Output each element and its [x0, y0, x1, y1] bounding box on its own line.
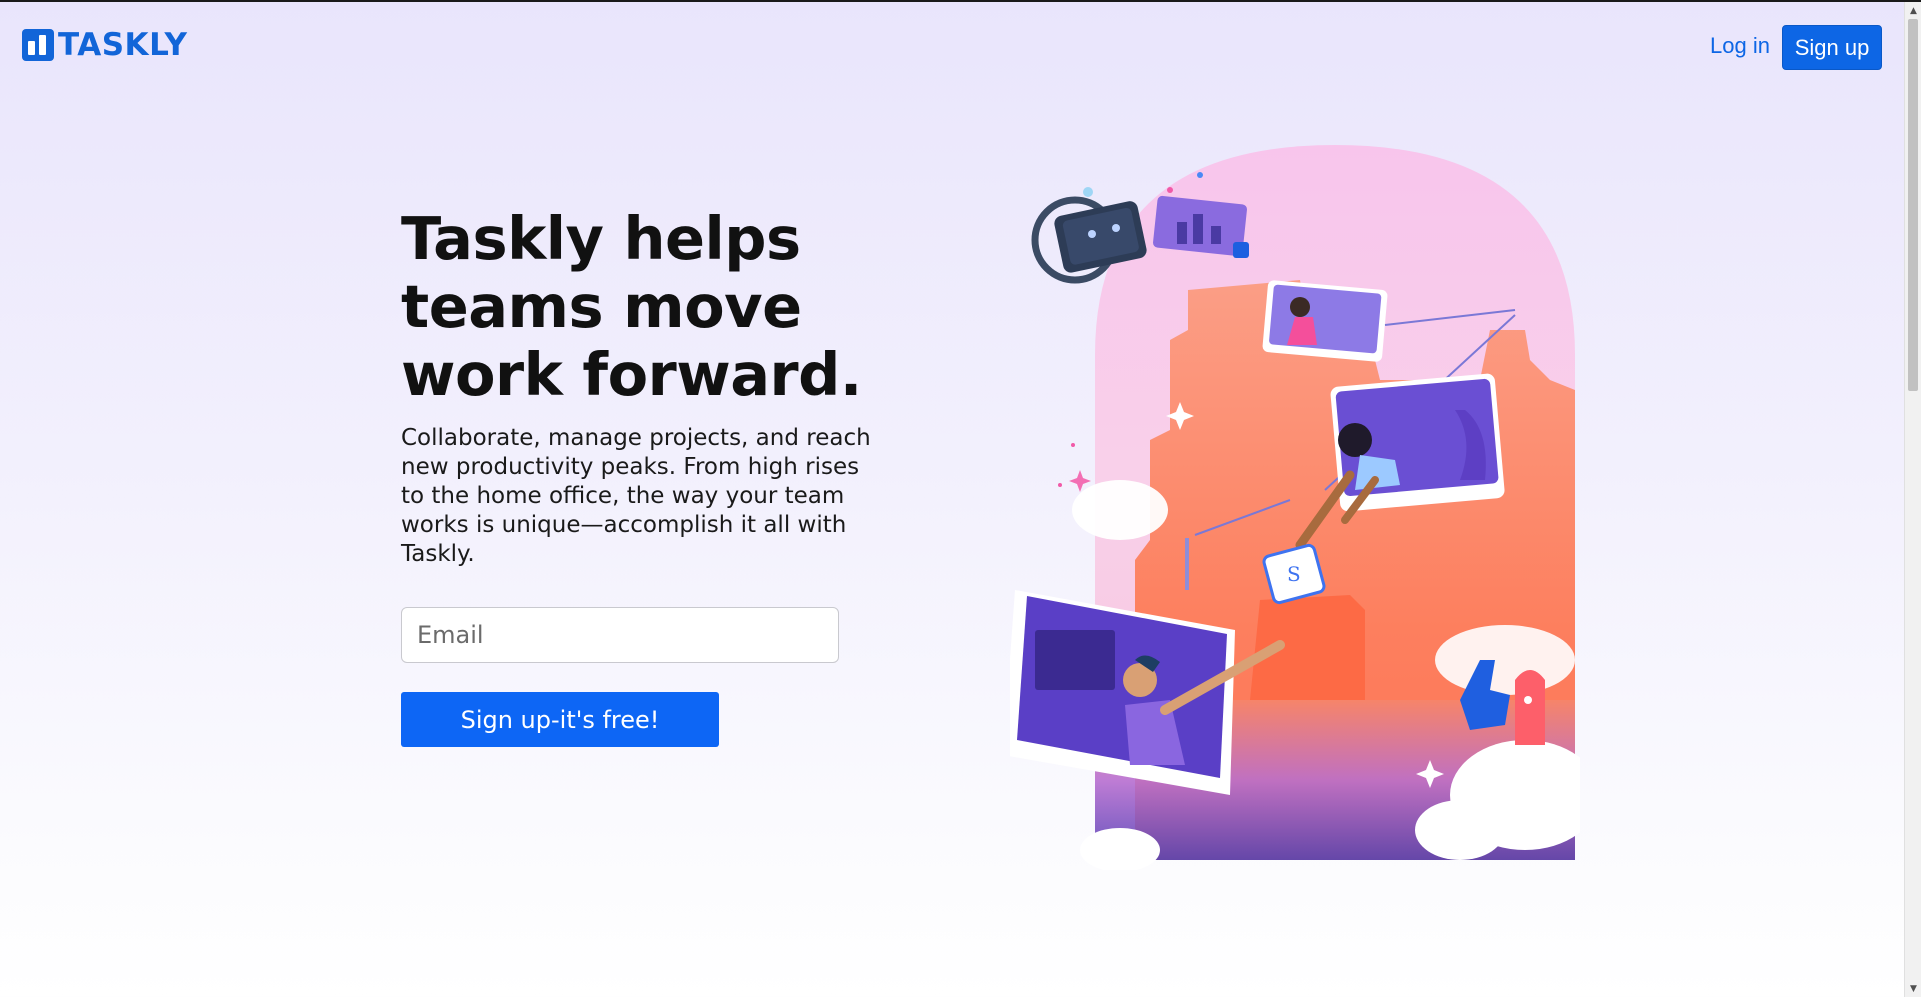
scroll-up-arrow-icon[interactable]: ▲	[1905, 2, 1921, 19]
cloud-right-mid	[1435, 625, 1575, 695]
hero-title: Taskly helps teams move work forward.	[401, 205, 881, 409]
hero-title-line: Taskly helps	[401, 204, 801, 273]
chart-board-icon	[1153, 195, 1249, 258]
cloud-bottom-left	[1080, 828, 1160, 870]
hero-illustration: S	[1010, 145, 1580, 870]
email-field[interactable]	[401, 607, 839, 663]
window-woman-top	[1262, 280, 1388, 362]
confetti-dot	[1058, 483, 1062, 487]
hero-description: Collaborate, manage projects, and reach …	[401, 425, 871, 567]
login-link[interactable]: Log in	[1710, 33, 1770, 59]
logo-icon	[22, 29, 54, 61]
logo[interactable]: TASKLY	[22, 29, 187, 61]
signup-button[interactable]: Sign up	[1782, 25, 1882, 70]
scroll-down-arrow-icon[interactable]: ▼	[1905, 980, 1921, 997]
paper-symbol: S	[1287, 562, 1301, 586]
site-header: TASKLY Log in Sign up	[0, 2, 1900, 92]
cloud-right-bottom-2	[1415, 800, 1505, 860]
cloud-left	[1072, 480, 1168, 540]
vertical-scrollbar[interactable]: ▲ ▼	[1904, 2, 1921, 997]
signup-free-button[interactable]: Sign up-it's free!	[401, 692, 719, 747]
confetti-dot	[1197, 172, 1203, 178]
scroll-thumb[interactable]	[1908, 19, 1918, 391]
confetti-dot	[1167, 187, 1173, 193]
confetti-dot	[1071, 443, 1075, 447]
hero-title-line: teams move	[401, 272, 802, 341]
logo-text: TASKLY	[58, 27, 188, 63]
hero-title-line: work forward.	[401, 340, 862, 409]
